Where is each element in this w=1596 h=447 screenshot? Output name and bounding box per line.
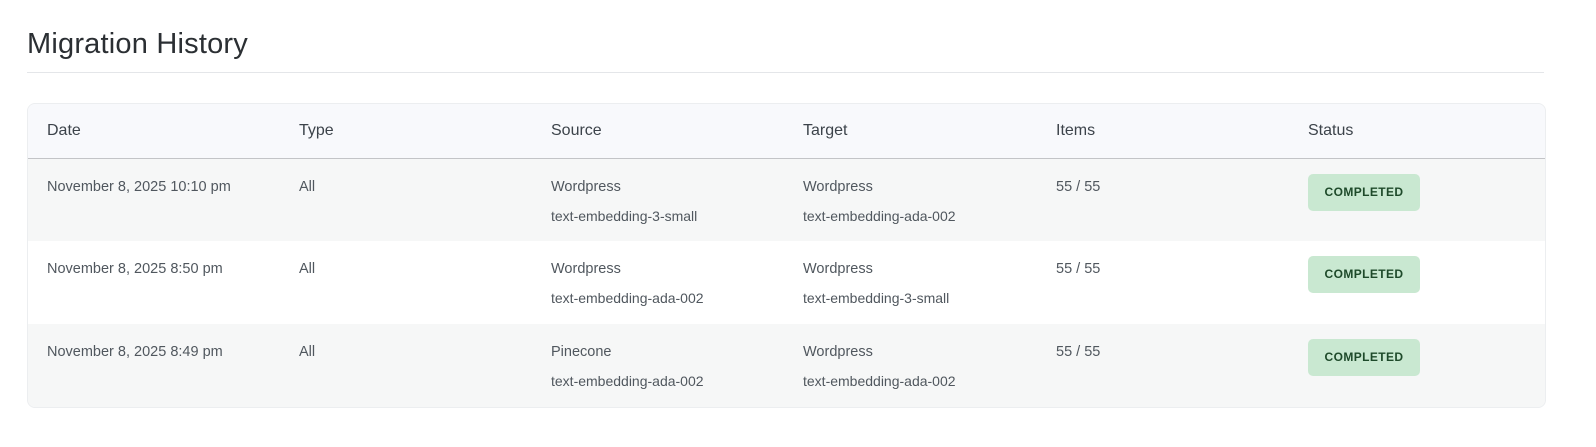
cell-type: All — [280, 158, 532, 241]
source-name: Wordpress — [551, 261, 621, 277]
cell-items: 55 / 55 — [1037, 241, 1289, 324]
target-name: Wordpress — [803, 261, 873, 277]
migration-history-panel: Migration History Date Type Source Targe… — [27, 0, 1546, 408]
items-count: 55 / 55 — [1056, 344, 1101, 360]
source-name: Pinecone — [551, 344, 612, 360]
type-text: All — [299, 178, 316, 195]
cell-items: 55 / 55 — [1037, 324, 1289, 407]
table-header-row: Date Type Source Target Items Status — [28, 104, 1545, 159]
cell-type: All — [280, 241, 532, 324]
target-name: Wordpress — [803, 344, 873, 360]
table-row: November 8, 2025 10:10 pm All Wordpress … — [28, 158, 1545, 241]
cell-target: Wordpress text-embedding-ada-002 — [784, 324, 1037, 407]
cell-source: Wordpress text-embedding-ada-002 — [532, 241, 784, 324]
type-text: All — [299, 261, 316, 277]
cell-status: COMPLETED — [1289, 241, 1545, 324]
column-header-source: Source — [532, 104, 784, 159]
migration-history-table: Date Type Source Target Items Status Nov… — [28, 104, 1545, 407]
cell-source: Pinecone text-embedding-ada-002 — [532, 324, 784, 407]
migration-table-card: Date Type Source Target Items Status Nov… — [27, 103, 1546, 408]
cell-status: COMPLETED — [1289, 158, 1545, 241]
source-model: text-embedding-ada-002 — [551, 373, 704, 389]
target-model: text-embedding-ada-002 — [803, 373, 956, 389]
items-count: 55 / 55 — [1056, 261, 1101, 277]
items-count: 55 / 55 — [1056, 178, 1101, 195]
table-row: November 8, 2025 8:50 pm All Wordpress t… — [28, 241, 1545, 324]
cell-date: November 8, 2025 8:49 pm — [28, 324, 280, 407]
table-header: Date Type Source Target Items Status — [28, 104, 1545, 159]
status-badge: COMPLETED — [1308, 339, 1420, 376]
cell-status: COMPLETED — [1289, 324, 1545, 407]
page-title: Migration History — [27, 0, 1544, 73]
status-badge: COMPLETED — [1308, 256, 1420, 293]
table-row: November 8, 2025 8:49 pm All Pinecone te… — [28, 324, 1545, 407]
status-badge: COMPLETED — [1308, 173, 1420, 211]
date-text: November 8, 2025 8:49 pm — [47, 344, 223, 360]
date-text: November 8, 2025 8:50 pm — [47, 261, 223, 277]
cell-date: November 8, 2025 10:10 pm — [28, 158, 280, 241]
table-body: November 8, 2025 10:10 pm All Wordpress … — [28, 158, 1545, 407]
cell-date: November 8, 2025 8:50 pm — [28, 241, 280, 324]
column-header-target: Target — [784, 104, 1037, 159]
cell-type: All — [280, 324, 532, 407]
source-model: text-embedding-ada-002 — [551, 290, 704, 306]
column-header-type: Type — [280, 104, 532, 159]
target-name: Wordpress — [803, 178, 873, 195]
type-text: All — [299, 344, 316, 360]
column-header-items: Items — [1037, 104, 1289, 159]
cell-source: Wordpress text-embedding-3-small — [532, 158, 784, 241]
target-model: text-embedding-3-small — [803, 290, 950, 306]
column-header-status: Status — [1289, 104, 1545, 159]
source-name: Wordpress — [551, 178, 621, 195]
cell-target: Wordpress text-embedding-3-small — [784, 241, 1037, 324]
column-header-date: Date — [28, 104, 280, 159]
source-model: text-embedding-3-small — [551, 207, 698, 224]
date-text: November 8, 2025 10:10 pm — [47, 178, 231, 195]
target-model: text-embedding-ada-002 — [803, 207, 956, 224]
cell-target: Wordpress text-embedding-ada-002 — [784, 158, 1037, 241]
cell-items: 55 / 55 — [1037, 158, 1289, 241]
